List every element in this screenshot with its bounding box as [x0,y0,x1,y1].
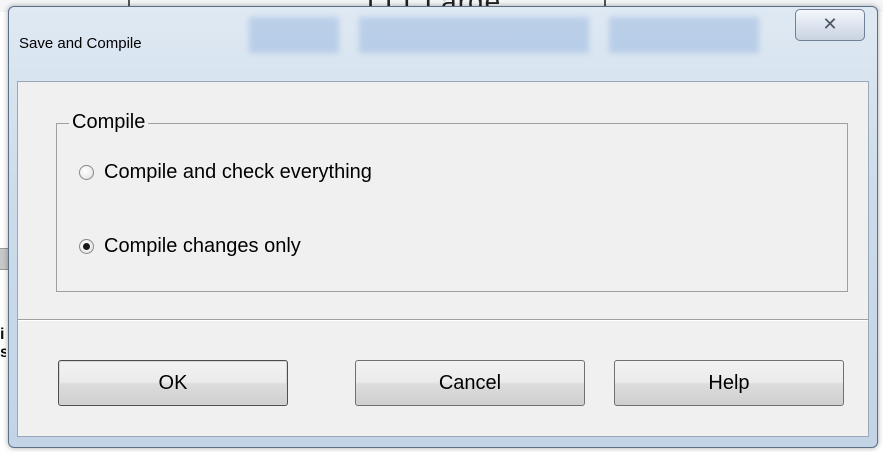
help-button[interactable]: Help [614,360,844,406]
radio-label: Compile changes only [104,234,301,257]
close-button[interactable]: ✕ [795,9,865,41]
title-bar[interactable]: Save and Compile ✕ [9,7,877,81]
compile-groupbox: Compile Compile and check everything Com… [56,109,848,292]
dialog-title: Save and Compile [19,35,142,52]
dialog-client-area: Compile Compile and check everything Com… [17,81,869,437]
radio-button-icon[interactable] [79,164,94,180]
close-icon: ✕ [822,14,838,35]
radio-label: Compile and check everything [104,160,372,183]
compile-group-label: Compile [69,109,149,135]
title-bar-glass [359,17,589,53]
background-text-fragment: s [0,344,6,361]
title-bar-glass [249,17,339,53]
separator [18,319,868,321]
cancel-button[interactable]: Cancel [355,360,585,406]
radio-button-selected-icon[interactable] [79,238,94,254]
radio-selected-dot [83,242,90,250]
save-and-compile-dialog: Save and Compile ✕ Compile Compile and c… [8,6,878,448]
title-bar-glass [609,17,759,53]
ok-button[interactable]: OK [58,360,288,406]
radio-compile-everything[interactable]: Compile and check everything [79,158,372,186]
radio-compile-changes-only[interactable]: Compile changes only [79,232,301,260]
background-text-fragment: i [0,326,5,343]
